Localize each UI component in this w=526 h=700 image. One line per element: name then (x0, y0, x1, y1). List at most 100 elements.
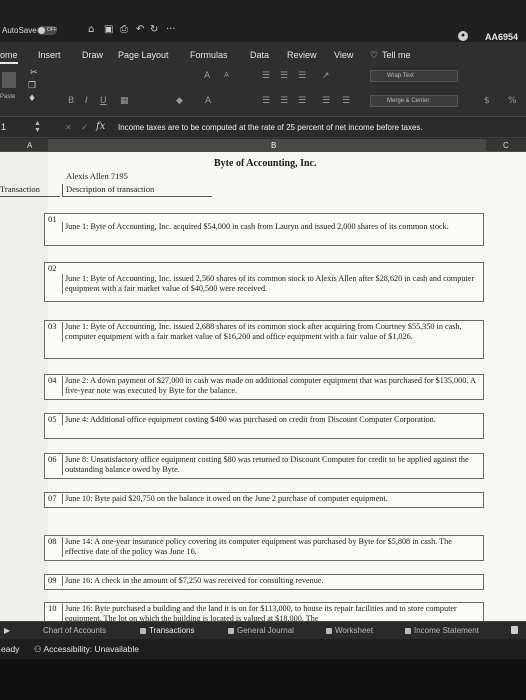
transaction-row[interactable]: 09 June 16: A check in the amount of $7,… (44, 574, 484, 590)
paste-icon[interactable] (2, 72, 16, 88)
sheet-tab-label: Worksheet (335, 626, 374, 635)
currency-button[interactable]: $ (484, 96, 490, 106)
indent-icon[interactable]: ☰ (322, 96, 330, 106)
italic-button[interactable]: I (85, 96, 88, 106)
sheet-tab-worksheet[interactable]: Worksheet (326, 626, 373, 635)
align-bottom-icon[interactable]: ☰ (298, 71, 306, 81)
merge-center-button[interactable]: Merge & Center (370, 95, 458, 107)
ribbon-tabs: ome Insert Draw Page Layout Formulas Dat… (0, 42, 526, 66)
column-a-header[interactable]: A (27, 141, 32, 150)
orientation-icon[interactable]: ↗ (322, 71, 330, 81)
transaction-description: June 1: Byte of Accounting, Inc. issued … (62, 322, 481, 342)
transaction-row[interactable]: 03 June 1: Byte of Accounting, Inc. issu… (44, 320, 484, 359)
transaction-description: June 14: A one-year insurance policy cov… (62, 537, 481, 557)
tab-view[interactable]: View (334, 50, 353, 60)
decrease-font-icon[interactable]: A (224, 71, 229, 79)
sheet-tab-chart-of-accounts[interactable]: Chart of Accounts (43, 626, 106, 635)
accessibility-label: Accessibility: Unavailable (43, 644, 139, 654)
format-painter-icon[interactable]: ♦ (28, 94, 36, 104)
transaction-number: 09 (48, 575, 57, 585)
column-b-header[interactable]: B (271, 141, 276, 150)
save-icon[interactable]: ▣ (104, 24, 113, 35)
lock-icon (228, 628, 234, 634)
name-box[interactable]: 1 (1, 122, 6, 132)
sheet-tab-income-statement[interactable]: Income Statement (405, 626, 479, 635)
sheet-title: Byte of Accounting, Inc. (214, 158, 317, 169)
transaction-number: 05 (48, 414, 57, 424)
sheet-tabs: ▶ Chart of Accounts Transactions General… (0, 621, 526, 639)
bold-button[interactable]: B (68, 96, 74, 106)
transaction-number: 02 (48, 263, 57, 273)
column-headers: A B C (0, 139, 526, 152)
toggle-knob (38, 27, 45, 34)
autosave-state: OFF (47, 27, 57, 33)
transaction-number: 06 (48, 454, 57, 464)
tab-insert[interactable]: Insert (38, 50, 61, 60)
transaction-description: June 2: A down payment of $27,000 in cas… (62, 376, 481, 396)
cancel-icon[interactable]: ✕ (65, 123, 72, 132)
transaction-number: 01 (48, 214, 57, 224)
lightbulb-icon[interactable]: ♡ (370, 50, 378, 61)
lock-icon (326, 628, 332, 634)
lock-icon[interactable] (511, 626, 518, 634)
align-right-icon[interactable]: ☰ (298, 96, 306, 106)
accessibility-status[interactable]: ⚇ Accessibility: Unavailable (34, 644, 139, 655)
paste-label[interactable]: Paste (0, 94, 15, 100)
align-left-icon[interactable]: ☰ (262, 96, 270, 106)
tab-home[interactable]: ome (0, 50, 18, 64)
transaction-header: Transaction (0, 184, 60, 197)
status-ready: eady (1, 644, 20, 654)
account-name[interactable]: AA6954 (485, 32, 518, 42)
align-middle-icon[interactable]: ☰ (280, 71, 288, 81)
tab-review[interactable]: Review (287, 50, 317, 60)
borders-icon[interactable]: ▦ (120, 96, 129, 106)
print-icon[interactable]: ⎙ (120, 24, 128, 35)
autosave-toggle[interactable]: OFF (37, 26, 57, 35)
align-top-icon[interactable]: ☰ (262, 71, 270, 81)
transaction-row[interactable]: 04 June 2: A down payment of $27,000 in … (44, 374, 484, 400)
underline-button[interactable]: U (100, 96, 107, 106)
more-icon[interactable]: ··· (166, 24, 176, 35)
transaction-row[interactable]: 08 June 14: A one-year insurance policy … (44, 535, 484, 561)
percent-button[interactable]: % (508, 96, 517, 106)
redo-icon[interactable]: ↻ (150, 24, 158, 35)
transaction-row[interactable]: 02 June 1: Byte of Accounting, Inc. issu… (44, 262, 484, 302)
fx-icon[interactable]: fx (96, 121, 105, 132)
sheet-tab-general-journal[interactable]: General Journal (228, 626, 294, 635)
wrap-text-button[interactable]: Wrap Text (370, 70, 458, 82)
accessibility-icon: ⚇ (34, 644, 44, 654)
formula-input[interactable]: Income taxes are to be computed at the r… (118, 123, 423, 132)
increase-font-icon[interactable]: A (204, 71, 210, 81)
tab-data[interactable]: Data (250, 50, 269, 60)
column-a-cells (0, 152, 48, 621)
name-box-dropdown-icon[interactable]: ▲ ▼ (34, 120, 41, 134)
fill-color-icon[interactable]: ◆ (176, 96, 183, 106)
undo-icon[interactable]: ↶ (136, 24, 144, 35)
transaction-row[interactable]: 10 June 16: Byte purchased a building an… (44, 602, 484, 621)
enter-icon[interactable]: ✓ (81, 122, 89, 133)
sheet-nav-icon[interactable]: ▶ (4, 626, 10, 635)
outdent-icon[interactable]: ☰ (342, 96, 350, 106)
transaction-description: June 8: Unsatisfactory office equipment … (62, 455, 481, 475)
column-c-header[interactable]: C (503, 141, 509, 150)
transaction-row[interactable]: 06 June 8: Unsatisfactory office equipme… (44, 453, 484, 479)
cut-icon[interactable]: ✂ (30, 68, 38, 78)
home-icon[interactable]: ⌂ (88, 24, 94, 35)
tab-formulas[interactable]: Formulas (190, 50, 228, 60)
font-color-icon[interactable]: A (205, 96, 211, 106)
transaction-row[interactable]: 01 June 1: Byte of Accounting, Inc. acqu… (44, 213, 484, 246)
transaction-row[interactable]: 05 June 4: Additional office equipment c… (44, 413, 484, 439)
tab-draw[interactable]: Draw (82, 50, 103, 60)
tell-me[interactable]: Tell me (382, 50, 411, 60)
account-icon[interactable]: ● (458, 31, 468, 41)
align-center-icon[interactable]: ☰ (280, 96, 288, 106)
transaction-number: 07 (48, 493, 57, 503)
worksheet-grid[interactable]: Byte of Accounting, Inc. Alexis Allen 71… (0, 152, 526, 621)
sheet-tab-transactions[interactable]: Transactions (140, 626, 195, 635)
copy-icon[interactable]: ❐ (28, 81, 36, 91)
tab-page-layout[interactable]: Page Layout (118, 50, 169, 60)
transaction-row[interactable]: 07 June 10: Byte paid $20,750 on the bal… (44, 492, 484, 508)
sheet-tab-label: General Journal (237, 626, 294, 635)
transaction-description: June 1: Byte of Accounting, Inc. acquire… (62, 222, 481, 232)
autosave-label: AutoSave (2, 26, 37, 35)
